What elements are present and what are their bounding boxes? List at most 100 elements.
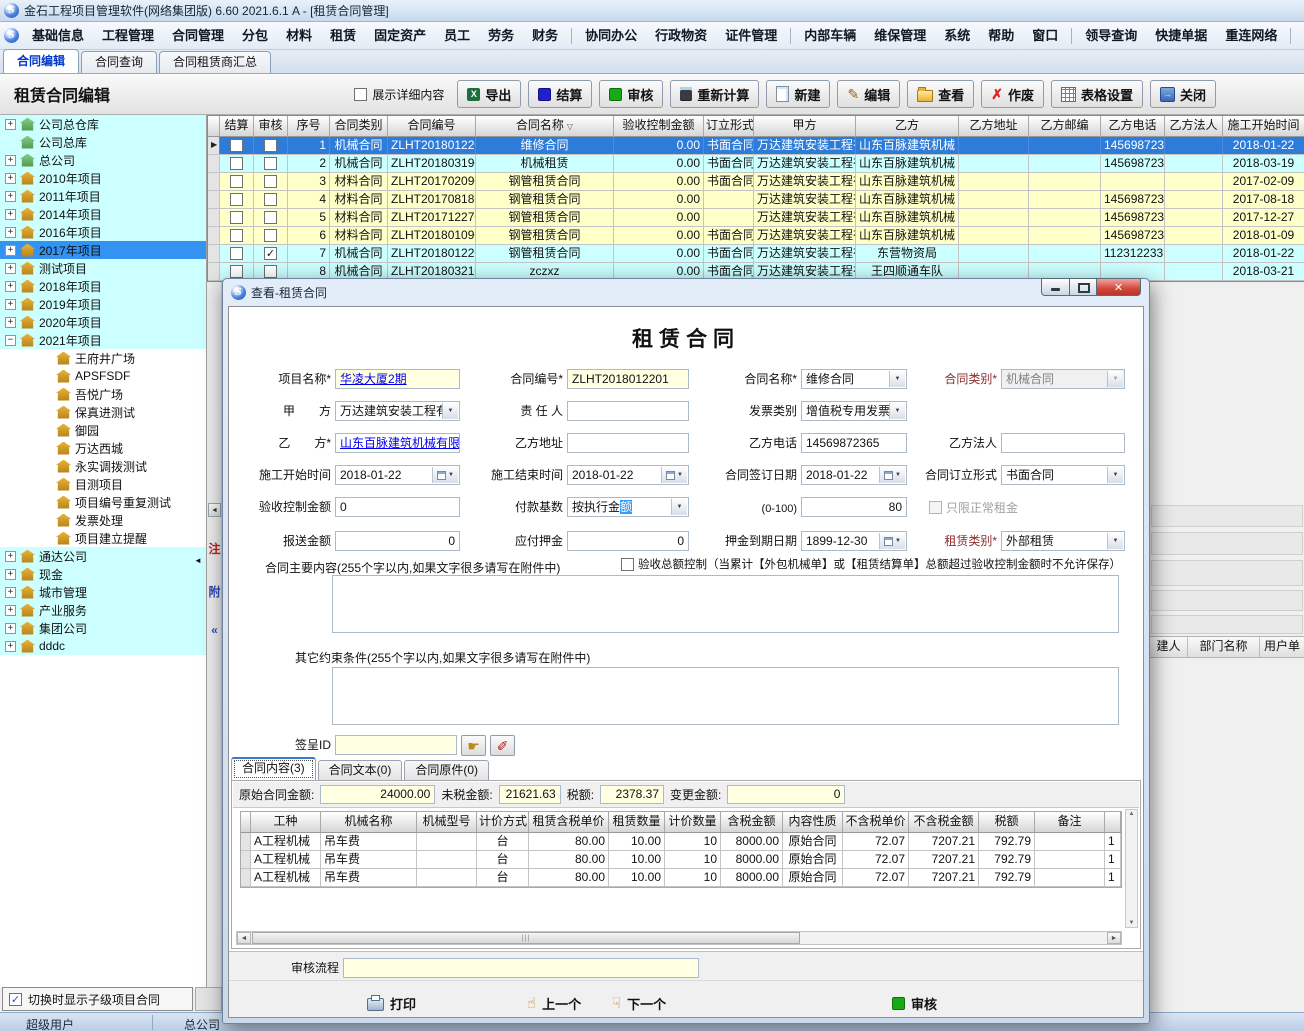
tab-contract-edit[interactable]: 合同编辑: [3, 49, 79, 73]
row-checkbox[interactable]: [230, 139, 243, 152]
tree-item[interactable]: 万达西城: [0, 439, 206, 457]
tree-item[interactable]: +2014年项目: [0, 205, 206, 223]
tab-contract-content[interactable]: 合同内容(3): [231, 757, 316, 781]
table-row[interactable]: 7机械合同ZLHT2018012202钢管租赁合同0.00书面合同万达建筑安装工…: [208, 245, 1304, 263]
tree-item[interactable]: +2019年项目: [0, 295, 206, 313]
table-row[interactable]: A工程机械吊车费台80.0010.00108000.00原始合同72.07720…: [241, 833, 1121, 851]
tree-item[interactable]: +通达公司: [0, 547, 206, 565]
tree-item[interactable]: 发票处理: [0, 511, 206, 529]
table-row[interactable]: 6材料合同ZLHT2018010901钢管租赁合同0.00书面合同万达建筑安装工…: [208, 227, 1304, 245]
menu-item[interactable]: 快捷单据: [1146, 25, 1216, 47]
scroll-right-icon[interactable]: ►: [1107, 932, 1121, 944]
menu-item[interactable]: 基础信息: [23, 25, 93, 47]
show-detail-option[interactable]: 展示详细内容: [354, 86, 444, 103]
menu-item[interactable]: 协同办公: [576, 25, 646, 47]
accept-total-checkbox[interactable]: [621, 558, 634, 571]
tree-expand-toggle[interactable]: +: [5, 263, 16, 274]
calendar-icon[interactable]: ▼: [661, 467, 687, 483]
menu-item[interactable]: 维保管理: [865, 25, 935, 47]
tree-item[interactable]: 项目编号重复测试: [0, 493, 206, 511]
column-header[interactable]: 审核: [254, 116, 288, 136]
column-header[interactable]: 租赁含税单价: [529, 812, 609, 832]
tree-item[interactable]: +2010年项目: [0, 169, 206, 187]
accept-limit-field[interactable]: 0: [335, 497, 460, 517]
row-checkbox[interactable]: [264, 157, 277, 170]
row-checkbox[interactable]: [264, 139, 277, 152]
column-header[interactable]: 租赁数量: [609, 812, 665, 832]
tree-expand-toggle[interactable]: +: [5, 299, 16, 310]
tree-expand-toggle[interactable]: −: [5, 335, 16, 346]
column-header[interactable]: 计价数量: [665, 812, 721, 832]
toolbar-button-settle[interactable]: 结算: [528, 80, 592, 108]
table-row[interactable]: ▶1机械合同ZLHT2018012201维修合同0.00书面合同万达建筑安装工程…: [208, 137, 1304, 155]
tab-contract-text[interactable]: 合同文本(0): [318, 760, 403, 781]
main-content-textarea[interactable]: [332, 575, 1119, 633]
row-checkbox[interactable]: [264, 247, 277, 260]
menu-item[interactable]: 内部车辆: [795, 25, 865, 47]
end-date-field[interactable]: 2018-01-22▼: [567, 465, 689, 485]
tree-item[interactable]: +2020年项目: [0, 313, 206, 331]
column-header[interactable]: 订立形式: [704, 116, 754, 136]
menu-item[interactable]: 财务: [523, 25, 567, 47]
previous-button[interactable]: ☝上一个: [527, 990, 581, 1016]
tree-item[interactable]: 永实调拨测试: [0, 457, 206, 475]
menu-item[interactable]: 材料: [277, 25, 321, 47]
toolbar-button-void[interactable]: ✗作废: [981, 80, 1044, 108]
table-row[interactable]: A工程机械吊车费台80.0010.00108000.00原始合同72.07720…: [241, 851, 1121, 869]
column-header[interactable]: 合同名称▽: [476, 116, 614, 136]
tree-expand-toggle[interactable]: +: [5, 209, 16, 220]
tree-item[interactable]: +dddc: [0, 637, 206, 655]
splitter-collapse-icon[interactable]: ◄: [194, 556, 202, 565]
party-a-select[interactable]: 万达建筑安装工程有▼: [335, 401, 460, 421]
tree-item[interactable]: −2021年项目: [0, 331, 206, 349]
tree-item[interactable]: +2011年项目: [0, 187, 206, 205]
menu-item[interactable]: 二次开发: [1295, 25, 1304, 47]
column-header[interactable]: 备注: [1035, 812, 1105, 832]
print-button[interactable]: 打印: [367, 990, 416, 1016]
column-header[interactable]: 工种: [251, 812, 321, 832]
menu-item[interactable]: 领导查询: [1076, 25, 1146, 47]
tree-item[interactable]: 王府井广场: [0, 349, 206, 367]
tree-item[interactable]: APSFSDF: [0, 367, 206, 385]
tree-expand-toggle[interactable]: +: [5, 227, 16, 238]
filter-icon[interactable]: ▽: [567, 122, 573, 131]
column-header[interactable]: 合同类别: [330, 116, 388, 136]
menu-item[interactable]: 租赁: [321, 25, 365, 47]
toolbar-button-view[interactable]: 查看: [907, 80, 974, 108]
menu-item[interactable]: 员工: [435, 25, 479, 47]
next-button[interactable]: ☟下一个: [612, 990, 666, 1016]
collapse-chevron-icon[interactable]: «: [208, 623, 221, 637]
maximize-button[interactable]: [1070, 278, 1097, 296]
tree-item[interactable]: +2016年项目: [0, 223, 206, 241]
calendar-icon[interactable]: ▼: [432, 467, 458, 483]
show-detail-checkbox[interactable]: [354, 88, 367, 101]
chevron-down-icon[interactable]: ▼: [671, 499, 687, 515]
report-amount-field[interactable]: 0: [335, 531, 460, 551]
horizontal-scrollbar[interactable]: ◄ ||| ►: [236, 931, 1122, 945]
menu-item[interactable]: 窗口: [1023, 25, 1067, 47]
contract-name-select[interactable]: 维修合同▼: [801, 369, 907, 389]
row-checkbox[interactable]: [230, 193, 243, 206]
audit-button[interactable]: 审核: [892, 990, 937, 1016]
row-checkbox[interactable]: [264, 211, 277, 224]
pay-limit-field[interactable]: 80: [801, 497, 907, 517]
tree-expand-toggle[interactable]: +: [5, 281, 16, 292]
menu-item[interactable]: 合同管理: [163, 25, 233, 47]
row-checkbox[interactable]: [230, 247, 243, 260]
contract-no-field[interactable]: ZLHT2018012201: [567, 369, 689, 389]
sign-date-field[interactable]: 2018-01-22▼: [801, 465, 907, 485]
close-button[interactable]: [1097, 278, 1141, 296]
menu-item[interactable]: 行政物资: [646, 25, 716, 47]
toolbar-button-grid[interactable]: 表格设置: [1051, 80, 1143, 108]
column-header[interactable]: 不含税金额: [909, 812, 979, 832]
column-header[interactable]: 计价方式: [477, 812, 529, 832]
tab-contract-query[interactable]: 合同查询: [81, 51, 157, 73]
tree-item[interactable]: 公司总库: [0, 133, 206, 151]
column-header[interactable]: 含税金额: [721, 812, 783, 832]
party-b-tel-field[interactable]: 14569872365: [801, 433, 907, 453]
tree-expand-toggle[interactable]: +: [5, 155, 16, 166]
table-row[interactable]: 2机械合同ZLHT2018031901机械租赁0.00书面合同万达建筑安装工程有…: [208, 155, 1304, 173]
form-type-select[interactable]: 书面合同▼: [1001, 465, 1125, 485]
column-header[interactable]: 合同编号: [388, 116, 476, 136]
menu-item[interactable]: 固定资产: [365, 25, 435, 47]
